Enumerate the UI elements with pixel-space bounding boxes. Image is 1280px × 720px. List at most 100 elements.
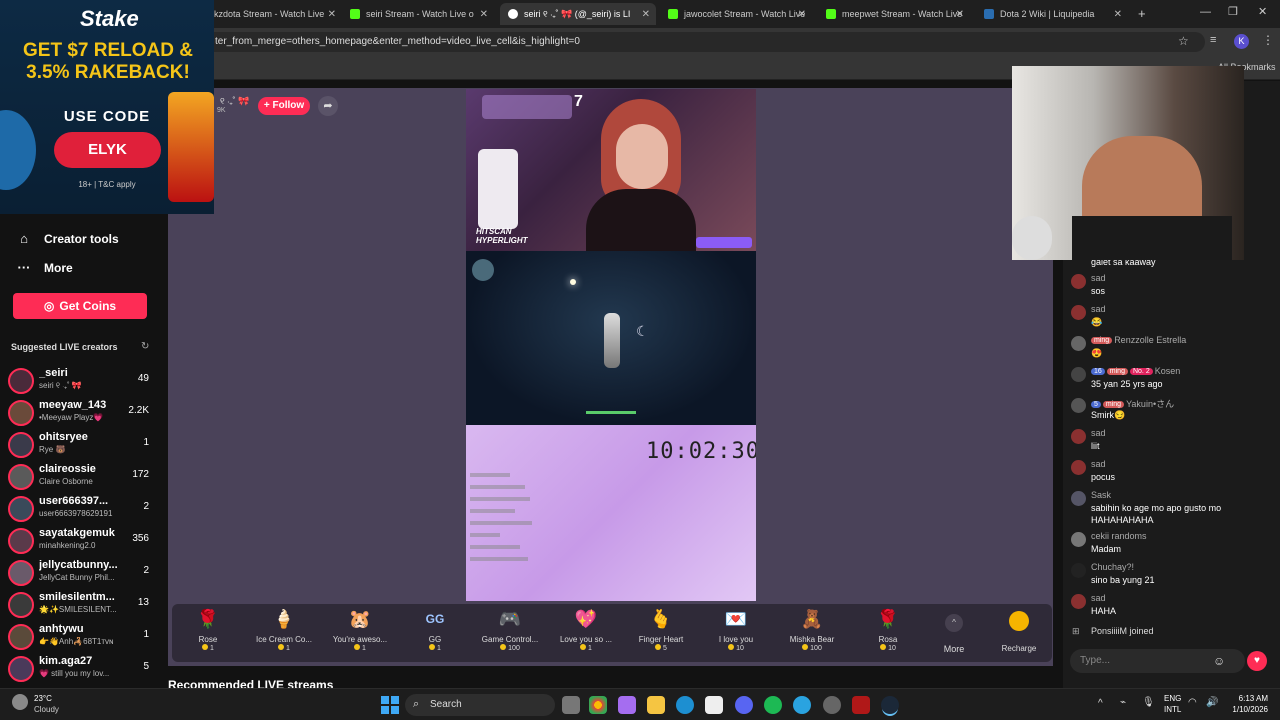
refresh-icon[interactable]: ↻ [141, 341, 149, 352]
suggested-creator[interactable]: kim.aga27 💗 still you my lov... 5 [8, 654, 154, 684]
volume-icon[interactable]: 🔊 [1206, 697, 1218, 708]
browser-tab[interactable]: jawocolet Stream - Watch Live ✕ [660, 3, 812, 25]
suggested-creator[interactable]: _seiri seiri ୧ ‧₊˚ 🎀 49 [8, 366, 154, 396]
recharge-button[interactable]: Recharge [992, 608, 1046, 653]
emoji-icon[interactable]: ☺ [1213, 654, 1225, 668]
close-icon[interactable]: ✕ [480, 9, 488, 20]
gift-item[interactable]: 🌹 Rose 1 [170, 608, 246, 652]
dota-icon[interactable] [852, 696, 870, 714]
avatar[interactable] [1071, 336, 1086, 351]
suggested-creator[interactable]: smilesilentm... 🌟✨SMILESILENT... 13 [8, 590, 154, 620]
close-icon[interactable]: ✕ [328, 9, 336, 20]
close-icon[interactable]: ✕ [956, 9, 964, 20]
suggested-creator[interactable]: user666397... user6663978629191 2 [8, 494, 154, 524]
windows-start-icon[interactable] [381, 696, 399, 714]
ad-code-button[interactable]: ELYK [54, 132, 161, 168]
gift-item[interactable]: 💖 Love you so ... 1 [548, 608, 624, 652]
profile-avatar[interactable]: K [1234, 34, 1249, 49]
gift-item[interactable]: GG GG 1 [397, 608, 473, 652]
task-view-icon[interactable] [562, 696, 580, 714]
share-icon[interactable]: ➦ [318, 96, 338, 116]
browser-tab[interactable]: Dota 2 Wiki | Liquipedia ✕ [976, 3, 1128, 25]
avatar[interactable] [1071, 367, 1086, 382]
chat-username[interactable]: sad [1091, 459, 1106, 469]
store-icon[interactable] [705, 696, 723, 714]
avatar[interactable] [1071, 594, 1086, 609]
minimize-icon[interactable]: — [1200, 6, 1211, 18]
edge-icon[interactable] [676, 696, 694, 714]
media-controls-icon[interactable]: ≡ [1210, 34, 1216, 46]
heart-icon[interactable]: ♥ [1247, 651, 1267, 671]
chat-username[interactable]: cekii randoms [1091, 531, 1147, 541]
avatar[interactable] [1071, 274, 1086, 289]
avatar[interactable] [1071, 491, 1086, 506]
browser-tab-active[interactable]: seiri ୧ ‧₊˚ 🎀 (@_seiri) is LI ✕ [500, 3, 656, 25]
creator-name: ohitsryee [39, 431, 88, 443]
network-icon[interactable]: ⌁ [1120, 697, 1126, 708]
browser-tab[interactable]: meepwet Stream - Watch Live ✕ [818, 3, 970, 25]
more-link[interactable]: ··· More [16, 260, 73, 275]
gift-item[interactable]: 🐹 You're aweso... 1 [322, 608, 398, 652]
headset-icon [1012, 216, 1052, 260]
taskbar-search[interactable]: ⌕ Search [405, 694, 555, 716]
chat-username[interactable]: sad [1091, 593, 1106, 603]
chat-username[interactable]: sad [1091, 273, 1106, 283]
creator-tools-link[interactable]: ⌂ Creator tools [16, 231, 119, 246]
chrome-icon[interactable] [589, 696, 607, 714]
suggested-creator[interactable]: sayatakgemuk minahkening2.0 356 [8, 526, 154, 556]
avatar[interactable] [1071, 429, 1086, 444]
language-code[interactable]: ENG [1164, 694, 1181, 703]
close-icon[interactable]: ✕ [1114, 9, 1122, 20]
follow-button[interactable]: + Follow [258, 97, 310, 115]
suggested-creator[interactable]: anhtywu 👉👋Anh🦂68T1ᴛᴠɴ 1 [8, 622, 154, 652]
live-video-player[interactable]: HITSCAN HYPERLIGHT 7 ☾ 10:02:30 [466, 89, 756, 601]
avatar[interactable] [1071, 305, 1086, 320]
browser-tab[interactable]: seiri Stream - Watch Live o ✕ [342, 3, 494, 25]
chat-username[interactable]: sad [1091, 304, 1106, 314]
menu-icon[interactable]: ⋮ [1262, 33, 1274, 47]
close-icon[interactable]: ✕ [642, 9, 650, 20]
clock-time[interactable]: 6:13 AM [1226, 694, 1268, 703]
gift-item[interactable]: 🎮 Game Control... 100 [472, 608, 548, 652]
weather-icon[interactable] [12, 694, 28, 710]
telegram-icon[interactable] [793, 696, 811, 714]
wifi-icon[interactable]: ◠ [1188, 697, 1197, 708]
restore-icon[interactable]: ❐ [1228, 5, 1238, 18]
chat-username[interactable]: 16 ming No. 2 Kosen [1091, 366, 1180, 376]
avatar[interactable] [1071, 563, 1086, 578]
gifts-more-button[interactable]: ^ More [940, 608, 968, 654]
suggested-creator[interactable]: ohitsryee Rye 🐻 1 [8, 430, 154, 460]
settings-icon[interactable] [823, 696, 841, 714]
chat-username[interactable]: ming Renzzolle Estrella [1091, 335, 1186, 345]
chat-username[interactable]: Sask [1091, 490, 1111, 500]
steam-icon[interactable] [881, 696, 899, 714]
spotify-icon[interactable] [764, 696, 782, 714]
avatar[interactable] [1071, 398, 1086, 413]
gift-item[interactable]: 🫰 Finger Heart 5 [623, 608, 699, 652]
gift-item[interactable]: 🍦 Ice Cream Co... 1 [246, 608, 322, 652]
coin-icon [580, 644, 587, 650]
close-icon[interactable]: ✕ [798, 9, 806, 20]
new-tab-icon[interactable]: + [1138, 6, 1146, 21]
chat-username[interactable]: sad [1091, 428, 1106, 438]
star-icon[interactable]: ☆ [1178, 34, 1189, 48]
suggested-creator[interactable]: jellycatbunny... JellyCat Bunny Phil... 2 [8, 558, 154, 588]
gift-item[interactable]: 💌 I love you 10 [698, 608, 774, 652]
gift-item[interactable]: 🌹 Rosa 10 [850, 608, 926, 652]
copilot-icon[interactable] [618, 696, 636, 714]
url-field[interactable]: ter_from_merge=others_homepage&enter_met… [205, 32, 1205, 52]
avatar[interactable] [1071, 532, 1086, 547]
file-explorer-icon[interactable] [647, 696, 665, 714]
stake-ad-banner[interactable]: Stake GET $7 RELOAD & 3.5% RAKEBACK! USE… [0, 0, 214, 214]
microphone-icon[interactable]: 🎙 [1142, 697, 1155, 708]
avatar[interactable] [1071, 460, 1086, 475]
get-coins-button[interactable]: ◎ Get Coins [13, 293, 147, 319]
close-window-icon[interactable]: ✕ [1258, 5, 1267, 18]
browser-tab[interactable]: kzdota Stream - Watch Live ✕ [214, 3, 342, 25]
suggested-creator[interactable]: claireossie Claire Osborne 172 [8, 462, 154, 492]
discord-icon[interactable] [735, 696, 753, 714]
chat-username[interactable]: Chuchay?! [1091, 562, 1134, 572]
gift-item[interactable]: 🧸 Mishka Bear 100 [774, 608, 850, 652]
chevron-up-icon[interactable]: ^ [1098, 698, 1103, 709]
suggested-creator[interactable]: meeyaw_143 •Meeyaw Playz💗 2.2K [8, 398, 154, 428]
